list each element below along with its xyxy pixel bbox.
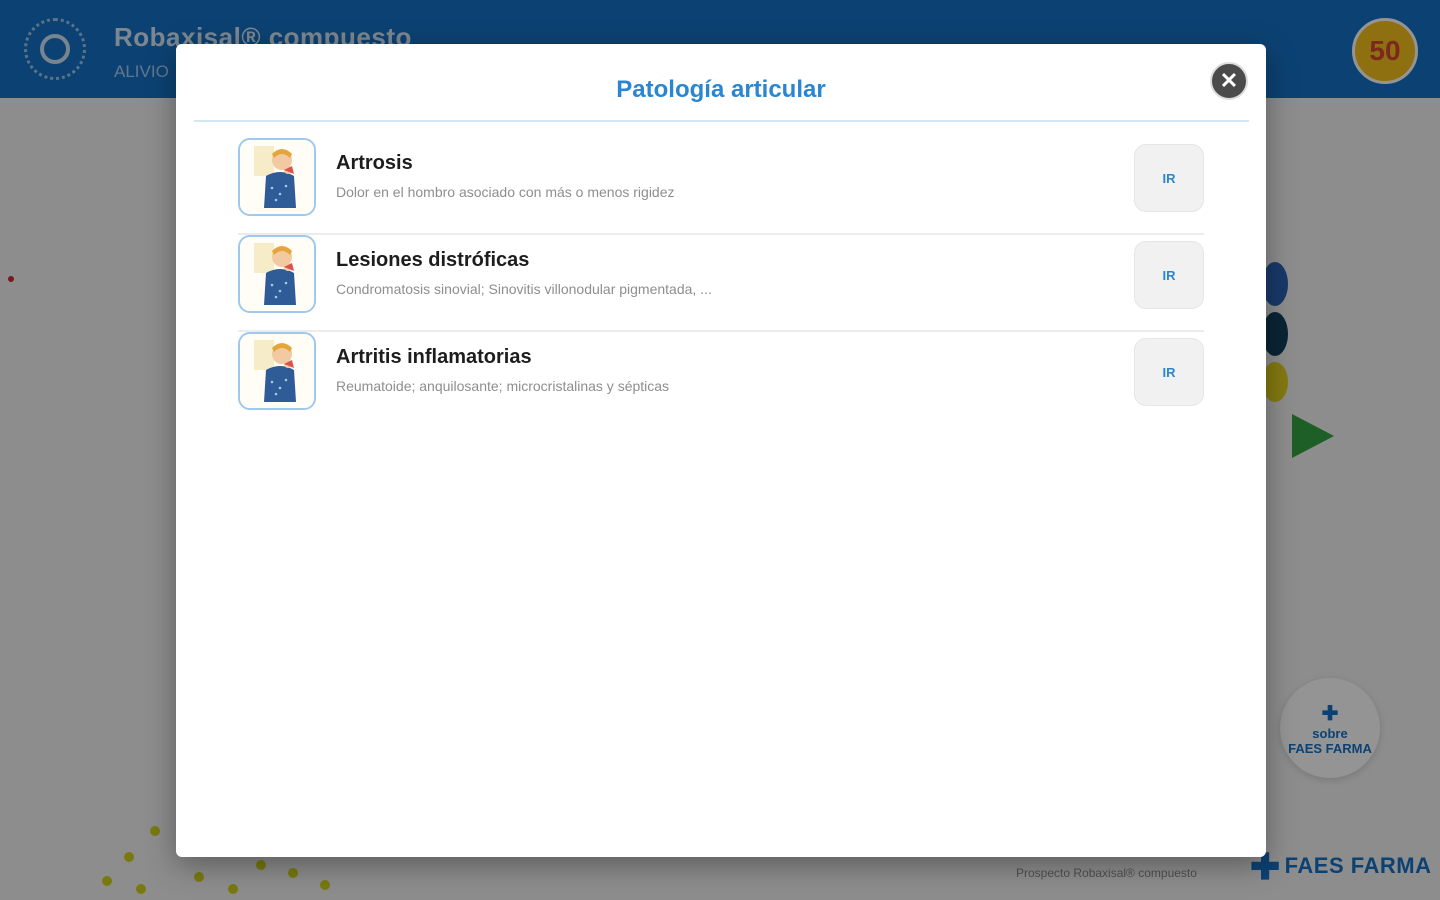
go-button[interactable]: IR (1134, 338, 1204, 406)
item-description: Dolor en el hombro asociado con más o me… (336, 184, 675, 200)
pathology-list: Artrosis Dolor en el hombro asociado con… (238, 138, 1204, 429)
pathology-modal: Patología articular ✕ Artrosis Dolor en … (176, 44, 1266, 857)
shoulder-pain-icon (238, 235, 316, 313)
item-description: Reumatoide; anquilosante; microcristalin… (336, 378, 670, 394)
shoulder-pain-icon (238, 332, 316, 410)
list-item[interactable]: Lesiones distróficas Condromatosis sinov… (238, 235, 1204, 332)
item-title: Lesiones distróficas (336, 249, 530, 271)
title-divider (194, 120, 1249, 122)
shoulder-pain-icon (238, 138, 316, 216)
close-button[interactable]: ✕ (1210, 62, 1248, 100)
list-item[interactable]: Artrosis Dolor en el hombro asociado con… (238, 138, 1204, 235)
list-item[interactable]: Artritis inflamatorias Reumatoide; anqui… (238, 332, 1204, 429)
modal-title: Patología articular (616, 76, 826, 103)
go-button[interactable]: IR (1134, 144, 1204, 212)
close-icon: ✕ (1219, 68, 1239, 93)
item-description: Condromatosis sinovial; Sinovitis villon… (336, 281, 712, 297)
item-title: Artrosis (336, 152, 413, 174)
item-title: Artritis inflamatorias (336, 346, 532, 368)
go-button[interactable]: IR (1134, 241, 1204, 309)
